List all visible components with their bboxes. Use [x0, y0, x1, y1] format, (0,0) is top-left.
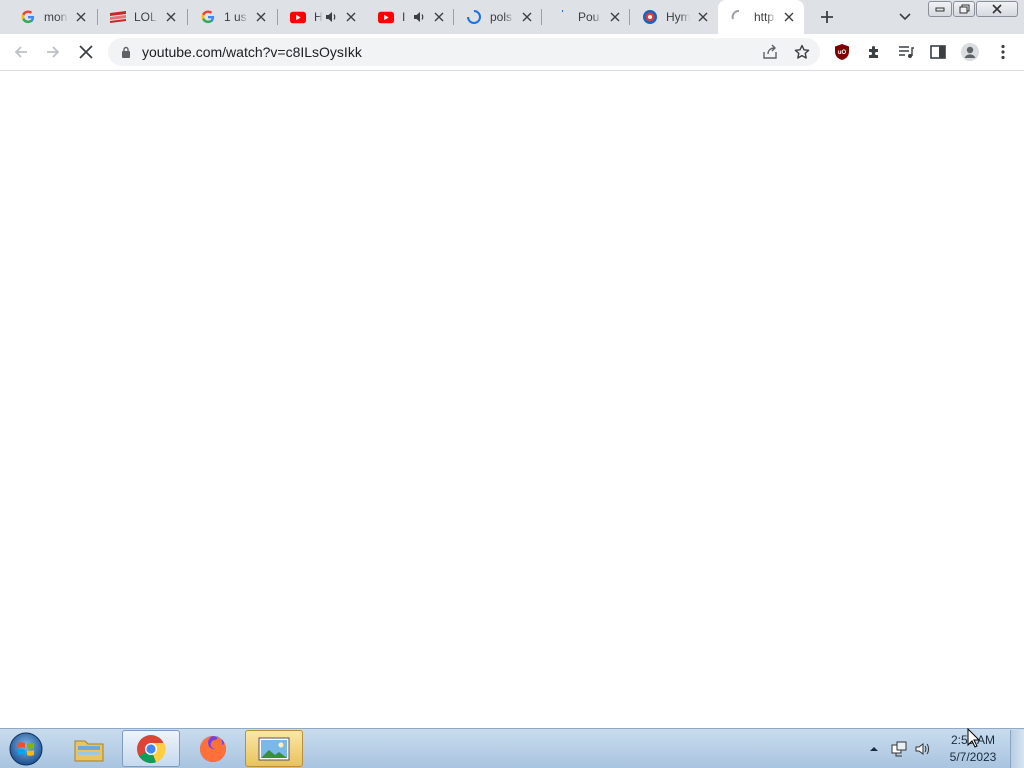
close-icon[interactable]: [606, 8, 624, 26]
network-tray-button[interactable]: [888, 729, 910, 768]
tab-1[interactable]: mon: [8, 0, 96, 34]
site-icon: [642, 9, 658, 25]
picture-icon: [258, 737, 290, 760]
chrome-icon: [137, 734, 166, 763]
tab-title: H: [314, 10, 322, 24]
lol-icon: [110, 9, 126, 25]
volume-tray-button[interactable]: [912, 729, 934, 768]
page-content-blank: [0, 71, 1024, 728]
chrome-menu-button[interactable]: [990, 39, 1016, 65]
bookmark-star-icon[interactable]: [792, 42, 812, 62]
tab-search-button[interactable]: [893, 5, 917, 29]
windows-logo-icon: [9, 732, 43, 766]
back-button[interactable]: [8, 39, 34, 65]
taskbar-google-chrome[interactable]: [122, 730, 180, 767]
tab-3[interactable]: 1 us: [188, 0, 276, 34]
tab-8[interactable]: Hym: [630, 0, 718, 34]
tab-7[interactable]: Pou: [542, 0, 630, 34]
close-icon[interactable]: [162, 8, 180, 26]
close-icon[interactable]: [72, 8, 90, 26]
taskbar-windows-explorer[interactable]: [60, 730, 118, 767]
folder-icon: [74, 740, 104, 761]
youtube-icon: [290, 9, 306, 25]
arrow-right-icon: [47, 46, 60, 58]
speaker-icon[interactable]: [412, 10, 426, 24]
google-icon: [20, 9, 36, 25]
more-vertical-icon: [1001, 44, 1005, 60]
restore-icon: [959, 4, 969, 14]
taskbar-photo-viewer[interactable]: [245, 730, 303, 767]
mouse-pointer-icon: [967, 728, 981, 748]
speaker-icon[interactable]: [324, 10, 338, 24]
chevron-up-icon: [870, 747, 878, 751]
ublock-extension-button[interactable]: uO: [829, 39, 855, 65]
avatar-icon: [961, 43, 979, 61]
clock-date: 5/7/2023: [949, 750, 997, 764]
windows-taskbar: 2:59 AM 5/7/2023: [0, 728, 1024, 768]
side-panel-button[interactable]: [925, 39, 951, 65]
close-icon[interactable]: [342, 8, 360, 26]
show-hidden-icons-button[interactable]: [866, 729, 882, 768]
minimize-icon: [935, 7, 945, 12]
tab-title: http: [754, 10, 775, 24]
tab-6[interactable]: pols: [454, 0, 542, 34]
close-icon[interactable]: [252, 8, 270, 26]
tab-title: pols: [490, 10, 513, 24]
tab-4[interactable]: H: [278, 0, 366, 34]
chevron-down-icon: [899, 13, 911, 21]
stop-loading-button[interactable]: [73, 39, 99, 65]
share-icon[interactable]: [760, 42, 780, 62]
tab-9-active[interactable]: http: [718, 0, 804, 34]
minimize-button[interactable]: [928, 1, 952, 17]
loading-spinner-icon: [730, 9, 746, 25]
loading-spinner-icon: [554, 9, 570, 25]
tab-title: I: [402, 10, 406, 24]
google-icon: [200, 9, 216, 25]
address-bar[interactable]: youtube.com/watch?v=c8ILsOysIkk: [108, 38, 820, 66]
new-tab-button[interactable]: [815, 5, 839, 29]
music-queue-icon: [899, 46, 914, 58]
tab-strip: mon LOL 1 us H I pols Pou Hym http: [0, 0, 1024, 34]
arrow-left-icon: [14, 46, 27, 58]
ublock-origin-icon: uO: [835, 44, 849, 60]
forward-button[interactable]: [40, 39, 66, 65]
loading-spinner-icon: [466, 9, 482, 25]
svg-text:uO: uO: [838, 50, 847, 56]
extensions-button[interactable]: [861, 39, 887, 65]
youtube-icon: [378, 9, 394, 25]
close-icon: [79, 45, 93, 59]
close-icon[interactable]: [430, 8, 448, 26]
start-button[interactable]: [6, 730, 46, 768]
taskbar-firefox[interactable]: [184, 730, 242, 767]
puzzle-icon: [869, 46, 878, 58]
lock-icon[interactable]: [118, 44, 134, 60]
side-panel-icon: [930, 45, 946, 59]
close-icon[interactable]: [694, 8, 712, 26]
tab-5[interactable]: I: [366, 0, 454, 34]
tab-title: 1 us: [224, 10, 247, 24]
firefox-icon: [200, 735, 226, 762]
network-icon: [891, 741, 907, 757]
restore-button[interactable]: [953, 1, 975, 17]
browser-toolbar: youtube.com/watch?v=c8ILsOysIkk uO: [0, 34, 1024, 71]
close-window-button[interactable]: [976, 1, 1018, 17]
speaker-icon: [915, 743, 929, 755]
tab-title: mon: [44, 10, 68, 24]
media-control-button[interactable]: [893, 39, 919, 65]
close-icon[interactable]: [780, 8, 798, 26]
tab-title: LOL: [134, 10, 157, 24]
close-icon: [992, 4, 1002, 14]
plus-icon: [821, 11, 833, 23]
tab-2[interactable]: LOL: [98, 0, 186, 34]
tab-title: Pou: [578, 10, 600, 24]
profile-button[interactable]: [957, 39, 983, 65]
url-text[interactable]: youtube.com/watch?v=c8ILsOysIkk: [142, 44, 362, 60]
close-icon[interactable]: [518, 8, 536, 26]
show-desktop-button[interactable]: [1010, 730, 1024, 768]
tab-title: Hym: [666, 10, 690, 24]
